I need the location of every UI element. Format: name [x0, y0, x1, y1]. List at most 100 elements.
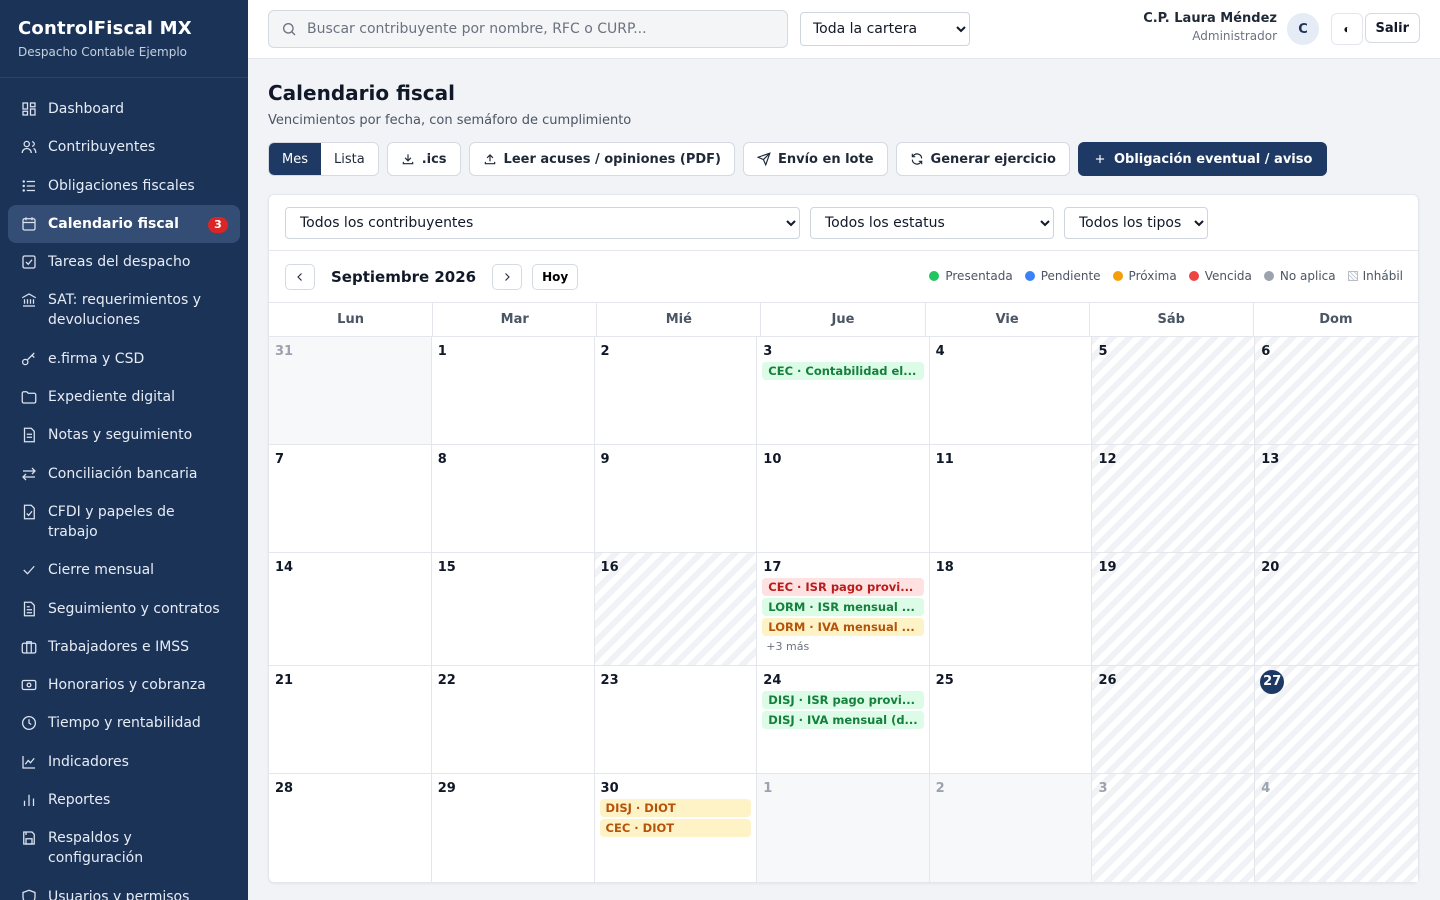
sidebar-item-conciliacion-bancaria[interactable]: Conciliación bancaria [8, 455, 240, 493]
sidebar-item-e-firma-y-csd[interactable]: e.firma y CSD [8, 340, 240, 378]
calendar-day-cell[interactable]: 2 [929, 774, 1093, 882]
calendar-day-cell[interactable]: 4 [1255, 774, 1418, 882]
calendar-day-cell[interactable]: 24 DISJ · ISR pago provi... DISJ · IVA men… [757, 666, 930, 774]
sidebar-item-reportes[interactable]: Reportes [8, 781, 240, 819]
calendar-event[interactable]: CEC · Contabilidad el... [762, 362, 924, 380]
logout-button[interactable]: Salir [1364, 13, 1420, 43]
sidebar-item-cierre-mensual[interactable]: Cierre mensual [8, 551, 240, 589]
sidebar-item-trabajadores-e-imss[interactable]: Trabajadores e IMSS [8, 628, 240, 666]
calendar-day-cell[interactable]: 21 [269, 666, 432, 774]
calendar-day-cell[interactable]: 23 [594, 666, 758, 774]
add-obligation-label: Obligación eventual / aviso [1113, 151, 1313, 167]
calendar-event[interactable]: CEC · ISR pago provi... [762, 578, 924, 596]
view-list-button[interactable]: Lista [321, 143, 378, 175]
calendar-day-cell[interactable]: 22 [431, 666, 595, 774]
calendar-day-cell[interactable]: 27 [1255, 666, 1418, 774]
trend-icon [20, 753, 38, 771]
sidebar-item-honorarios-y-cobranza[interactable]: Honorarios y cobranza [8, 666, 240, 704]
avatar[interactable]: C [1287, 13, 1319, 45]
folder-icon [20, 388, 38, 406]
day-number: 5 [1098, 344, 1108, 359]
sidebar-item-notas-y-seguimiento[interactable]: Notas y seguimiento [8, 416, 240, 454]
calendar-day-cell[interactable]: 13 [1255, 445, 1418, 553]
calendar-event[interactable]: LORM · IVA mensual ... [762, 618, 924, 636]
calendar-day-cell[interactable]: 20 [1255, 553, 1418, 666]
search-input[interactable] [307, 21, 767, 37]
sidebar-item-respaldos-y-configuracion[interactable]: Respaldos y configuración [8, 819, 240, 877]
calendar-day-cell[interactable]: 25 [929, 666, 1093, 774]
calendar-event[interactable]: CEC · DIOT [599, 819, 752, 837]
sidebar-item-badge: 3 [208, 216, 228, 233]
calendar-day-cell[interactable]: 5 [1092, 337, 1256, 445]
sidebar-item-contribuyentes[interactable]: Contribuyentes [8, 128, 240, 166]
sidebar-item-seguimiento-y-contratos[interactable]: Seguimiento y contratos [8, 590, 240, 628]
calendar-day-cell[interactable]: 16 [594, 553, 758, 666]
calendar-day-cell[interactable]: 2 [594, 337, 758, 445]
calendar-day-cell[interactable]: 1 [757, 774, 930, 882]
export-ics-button[interactable]: .ics [386, 142, 461, 176]
day-number: 19 [1098, 560, 1117, 575]
brand-subtitle: Despacho Contable Ejemplo [18, 45, 188, 59]
read-acks-button[interactable]: Leer acuses / opiniones (PDF) [468, 142, 735, 176]
calendar-day-cell[interactable]: 31 [269, 337, 432, 445]
day-number: 16 [600, 560, 619, 575]
status-filter[interactable]: Todos los estatus [810, 206, 1054, 239]
calendar-day-cell[interactable]: 15 [431, 553, 595, 666]
sidebar-item-indicadores[interactable]: Indicadores [8, 743, 240, 781]
calendar-day-cell[interactable]: 19 [1092, 553, 1256, 666]
sidebar-item-dashboard[interactable]: Dashboard [8, 90, 240, 128]
today-button[interactable]: Hoy [532, 263, 579, 290]
calendar-day-cell[interactable]: 12 [1092, 445, 1256, 553]
calendar-day-cell[interactable]: 29 [432, 774, 595, 882]
search-box[interactable] [268, 10, 788, 48]
batch-send-button[interactable]: Envío en lote [742, 142, 888, 176]
view-month-button[interactable]: Mes [269, 143, 321, 175]
sidebar-item-tareas-del-despacho[interactable]: Tareas del despacho [8, 243, 240, 281]
sidebar-item-tiempo-y-rentabilidad[interactable]: Tiempo y rentabilidad [8, 704, 240, 742]
prev-month-button[interactable] [285, 263, 315, 290]
sidebar-item-cfdi-y-papeles-de-trabajo[interactable]: CFDI y papeles de trabajo [8, 493, 240, 551]
legend-label: Vencida [1204, 269, 1252, 283]
calendar-day-cell[interactable]: 6 [1255, 337, 1418, 445]
page-title: Calendario fiscal [268, 81, 456, 105]
calendar-event[interactable]: DISJ · ISR pago provi... [762, 691, 924, 709]
calendar-day-cell[interactable]: 28 [269, 774, 432, 882]
sidebar-item-usuarios-y-permisos[interactable]: Usuarios y permisos [8, 878, 240, 900]
calendar-event[interactable]: DISJ · DIOT [599, 799, 752, 817]
download-icon [402, 154, 413, 165]
sidebar-item-calendario-fiscal[interactable]: Calendario fiscal 3 [8, 204, 240, 243]
legend-label: Presentada [945, 269, 1013, 283]
calendar-day-cell[interactable]: 7 [269, 445, 432, 553]
calendar-day-cell[interactable]: 9 [594, 445, 758, 553]
type-filter[interactable]: Todos los tipos [1064, 206, 1208, 239]
calendar-event[interactable]: LORM · ISR mensual ... [762, 598, 924, 616]
next-month-button[interactable] [492, 263, 523, 290]
theme-toggle-button[interactable]: ◐ [1331, 13, 1363, 45]
calendar-day-cell[interactable]: 10 [757, 445, 930, 553]
add-obligation-button[interactable]: Obligación eventual / aviso [1077, 142, 1328, 176]
sidebar-item-sat-requerimientos-y-devoluciones[interactable]: SAT: requerimientos y devoluciones [8, 281, 240, 339]
calendar-day-cell[interactable]: 17 CEC · ISR pago provi... LORM · ISR mens… [757, 553, 930, 666]
legend-item: Presentada [929, 269, 1013, 283]
more-events-link[interactable]: +3 más [762, 640, 923, 653]
day-number: 18 [935, 560, 954, 575]
calendar-day-cell[interactable]: 8 [431, 445, 595, 553]
sidebar-item-obligaciones-fiscales[interactable]: Obligaciones fiscales [8, 167, 240, 205]
taxpayer-filter[interactable]: Todos los contribuyentes [285, 206, 800, 239]
day-number: 21 [275, 673, 294, 688]
calendar-day-cell[interactable]: 14 [269, 553, 432, 666]
generate-year-button[interactable]: Generar ejercicio [895, 142, 1070, 176]
portfolio-select[interactable]: Toda la cartera [800, 12, 970, 46]
calendar-day-cell[interactable]: 1 [431, 337, 595, 445]
calendar-day-cell[interactable]: 30 DISJ · DIOT CEC · DIOT [595, 774, 758, 882]
sidebar-item-expediente-digital[interactable]: Expediente digital [8, 378, 240, 416]
calendar-day-cell[interactable]: 4 [929, 337, 1093, 445]
calendar-day-cell[interactable]: 18 [929, 553, 1093, 666]
today-day-number: 27 [1260, 670, 1285, 694]
calendar-day-cell[interactable]: 11 [929, 445, 1093, 553]
calendar-day-cell[interactable]: 26 [1092, 666, 1256, 774]
day-number: 1 [763, 781, 773, 796]
calendar-day-cell[interactable]: 3 CEC · Contabilidad el... [757, 337, 930, 445]
calendar-event[interactable]: DISJ · IVA mensual (d... [762, 711, 924, 729]
calendar-day-cell[interactable]: 3 [1092, 774, 1256, 882]
